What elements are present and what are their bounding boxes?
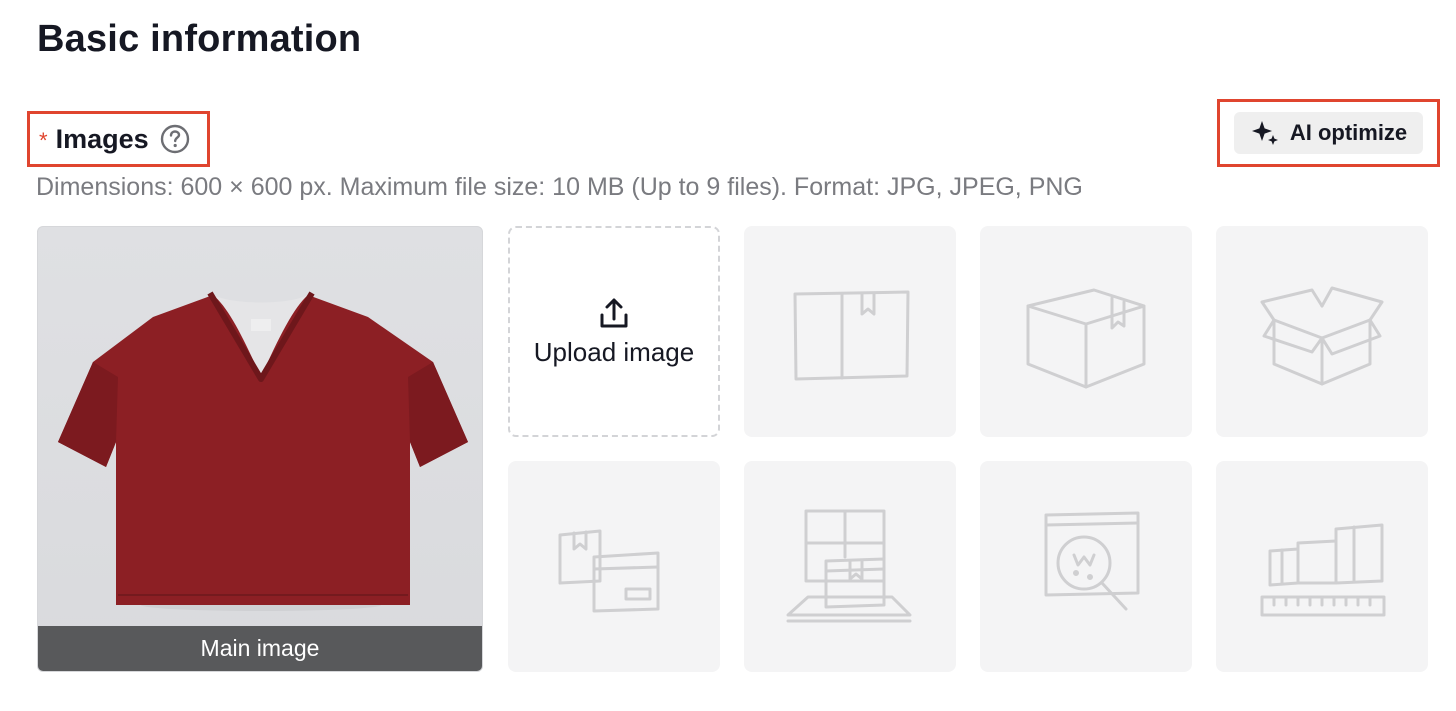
image-slot-7[interactable]	[980, 461, 1192, 672]
image-slot-4[interactable]	[1216, 226, 1428, 437]
main-image-caption: Main image	[38, 626, 482, 671]
images-label: Images	[55, 123, 149, 154]
main-image-tile[interactable]: Main image	[37, 226, 483, 672]
question-circle-icon[interactable]	[160, 124, 190, 154]
box-label-stack-icon	[558, 529, 660, 612]
sparkle-icon	[1250, 118, 1280, 148]
section-title: Basic information	[37, 18, 362, 60]
ai-optimize-highlight: AI optimize	[1217, 99, 1440, 167]
image-slot-5[interactable]	[508, 461, 720, 672]
product-photo	[58, 291, 468, 611]
image-requirements-hint: Dimensions: 600 × 600 px. Maximum file s…	[36, 173, 1083, 201]
ai-optimize-button[interactable]: AI optimize	[1234, 112, 1423, 154]
box-magnify-icon	[1044, 511, 1140, 610]
box-on-scale-icon	[786, 509, 912, 622]
ai-optimize-label: AI optimize	[1289, 120, 1408, 145]
image-slot-2[interactable]	[744, 226, 956, 437]
image-slot-6[interactable]	[744, 461, 956, 672]
images-label-highlight: * Images	[27, 111, 210, 167]
product-basic-info-page: Basic information * Images AI optimize D…	[0, 0, 1456, 711]
image-slot-8[interactable]	[1216, 461, 1428, 672]
required-marker: *	[39, 128, 48, 153]
image-slot-3[interactable]	[980, 226, 1192, 437]
box-open-icon	[1260, 286, 1384, 385]
upload-image-label: Upload image	[533, 337, 695, 367]
box-angle-icon	[1026, 288, 1146, 388]
box-measure-icon	[1260, 523, 1386, 616]
upload-image-button[interactable]: Upload image	[508, 226, 720, 437]
box-front-icon	[793, 290, 910, 380]
upload-icon	[596, 295, 632, 331]
